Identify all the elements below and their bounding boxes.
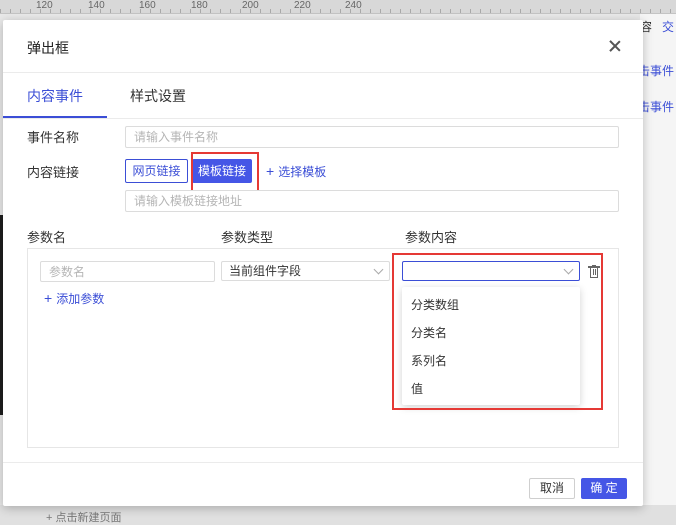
web-link-option[interactable]: 网页链接 bbox=[125, 159, 188, 183]
canvas-ruler: 120 140 160 180 200 220 240 bbox=[0, 0, 676, 14]
event-name-label: 事件名称 bbox=[27, 130, 80, 145]
cancel-button[interactable]: 取消 bbox=[529, 478, 575, 499]
tab-content-events[interactable]: 内容事件 bbox=[27, 86, 83, 106]
template-link-option[interactable]: 模板链接 bbox=[192, 159, 252, 183]
tab-style-settings[interactable]: 样式设置 bbox=[130, 86, 186, 106]
right-panel-event-link[interactable]: 击事件 bbox=[638, 98, 674, 115]
chevron-down-icon bbox=[563, 264, 574, 275]
close-icon[interactable] bbox=[607, 38, 623, 54]
param-type-header: 参数类型 bbox=[221, 230, 274, 245]
param-name-header: 参数名 bbox=[27, 230, 67, 245]
dropdown-option[interactable]: 分类名 bbox=[402, 319, 580, 347]
event-name-input[interactable] bbox=[125, 126, 619, 148]
param-content-dropdown: 分类数组 分类名 系列名 值 bbox=[402, 287, 580, 405]
dialog-title: 弹出框 bbox=[27, 40, 69, 56]
footer-divider bbox=[3, 462, 643, 463]
new-page-hint[interactable]: + 点击新建页面 bbox=[46, 509, 121, 525]
ruler-tick: 200 bbox=[242, 0, 259, 11]
right-panel-tab[interactable]: 交 bbox=[662, 18, 674, 35]
param-type-select[interactable]: 当前组件字段 bbox=[221, 261, 390, 281]
popup-dialog: 弹出框 内容事件 样式设置 事件名称 内容链接 网页链接 模板链接 +选择模板 … bbox=[3, 20, 643, 506]
ruler-tick: 160 bbox=[139, 0, 156, 11]
param-type-value: 当前组件字段 bbox=[229, 264, 302, 278]
plus-icon: + bbox=[44, 290, 53, 306]
content-link-label: 内容链接 bbox=[27, 165, 80, 180]
select-template-label: 选择模板 bbox=[278, 165, 327, 179]
chevron-down-icon bbox=[373, 264, 384, 275]
right-panel-event-link[interactable]: 击事件 bbox=[638, 62, 674, 79]
template-url-input[interactable] bbox=[125, 190, 619, 212]
dropdown-option[interactable]: 系列名 bbox=[402, 347, 580, 375]
ruler-tick: 240 bbox=[345, 0, 362, 11]
add-param-label: 添加参数 bbox=[56, 292, 105, 306]
param-content-header: 参数内容 bbox=[405, 230, 458, 245]
page-bar: + 点击新建页面 bbox=[0, 505, 676, 525]
ruler-tick: 220 bbox=[294, 0, 311, 11]
ruler-tick: 120 bbox=[36, 0, 53, 11]
plus-icon: + bbox=[266, 163, 275, 179]
param-name-input[interactable] bbox=[40, 261, 215, 282]
tab-divider bbox=[3, 118, 643, 119]
confirm-button[interactable]: 确 定 bbox=[581, 478, 627, 499]
dropdown-option[interactable]: 分类数组 bbox=[402, 291, 580, 319]
add-param-button[interactable]: + 添加参数 bbox=[44, 290, 104, 307]
select-template-button[interactable]: + 选择模板 bbox=[266, 163, 326, 180]
right-panel: 内容 交 击事件 击事件 bbox=[628, 14, 676, 525]
ruler-tick: 180 bbox=[191, 0, 208, 11]
ruler-tick: 140 bbox=[88, 0, 105, 11]
header-divider bbox=[3, 72, 643, 73]
param-content-select[interactable] bbox=[402, 261, 580, 281]
delete-param-icon[interactable] bbox=[588, 265, 600, 279]
dropdown-option[interactable]: 值 bbox=[402, 375, 580, 403]
